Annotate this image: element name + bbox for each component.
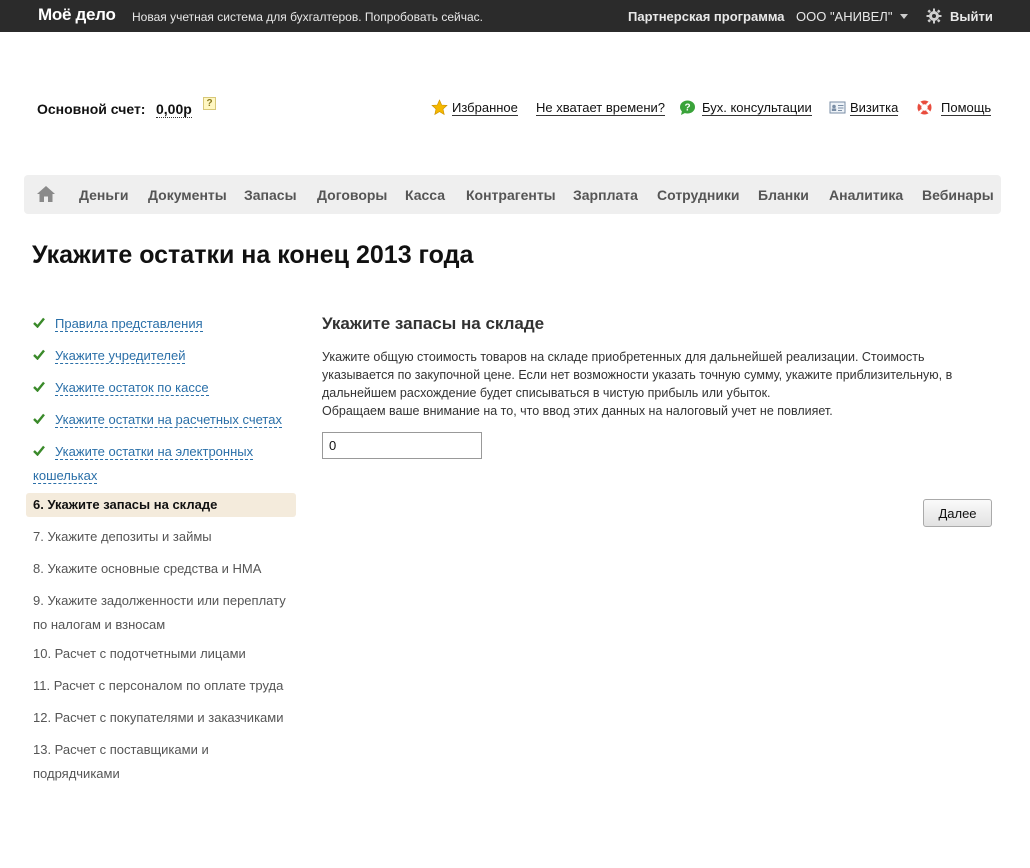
description-line: указывается по закупочной цене. Если нет… [322, 368, 953, 382]
page-title: Укажите остатки на конец 2013 года [32, 241, 474, 269]
stock-amount-input[interactable] [322, 432, 482, 459]
nav-item-counterparties[interactable]: Контрагенты [466, 187, 556, 203]
step-item-pending[interactable]: 8. Укажите основные средства и НМА [26, 557, 296, 581]
description-line: Обращаем ваше внимание на то, что ввод э… [322, 404, 833, 418]
consultations-link[interactable]: Бух. консультации [702, 100, 812, 116]
nav-item-webinars[interactable]: Вебинары [922, 187, 994, 203]
step-item-done[interactable]: Укажите учредителей [26, 344, 296, 368]
step-label: 11. Расчет с персоналом по оплате труда [33, 678, 284, 693]
description-line: Укажите общую стоимость товаров на склад… [322, 350, 925, 364]
star-icon [431, 99, 448, 116]
nav-item-salary[interactable]: Зарплата [573, 187, 638, 203]
business-card-icon [829, 101, 846, 114]
main-nav: Деньги Документы Запасы Договоры Касса К… [24, 175, 1001, 214]
help-link[interactable]: Помощь [941, 100, 992, 116]
nav-item-contracts[interactable]: Договоры [317, 187, 387, 203]
step-item-pending[interactable]: 11. Расчет с персоналом по оплате труда [26, 674, 296, 698]
check-icon [33, 317, 45, 328]
step-item-pending[interactable]: 7. Укажите депозиты и займы [26, 525, 296, 549]
svg-text:?: ? [684, 103, 690, 114]
step-label: 13. Расчет с поставщиками и подрядчиками [33, 742, 209, 781]
lifebuoy-icon [917, 100, 932, 115]
logout-link[interactable]: Выйти [950, 9, 993, 24]
card-link[interactable]: Визитка [850, 100, 899, 116]
step-item-done[interactable]: Укажите остатки на электронных кошельках [26, 440, 296, 488]
step-link[interactable]: Укажите остатки на электронных [55, 444, 254, 460]
step-link[interactable]: Укажите остаток по кассе [55, 380, 209, 396]
step-item-pending[interactable]: 12. Расчет с покупателями и заказчиками [26, 706, 296, 730]
check-icon [33, 413, 45, 424]
step-label-wrap: по налогам и взносам [33, 617, 166, 632]
step-link[interactable]: Правила представления [55, 316, 203, 332]
chevron-down-icon[interactable] [900, 14, 908, 19]
step-item-done[interactable]: Укажите остаток по кассе [26, 376, 296, 400]
gear-icon[interactable] [926, 8, 942, 24]
step-item-pending[interactable]: 9. Укажите задолженности или переплату п… [26, 589, 296, 637]
step-item-pending[interactable]: 10. Расчет с подотчетными лицами [26, 642, 296, 666]
section-title: Укажите запасы на складе [322, 314, 545, 333]
promo-link[interactable]: Новая учетная система для бухгалтеров. П… [132, 10, 483, 24]
step-item-active[interactable]: 6. Укажите запасы на складе [26, 493, 296, 517]
home-icon[interactable] [36, 185, 56, 203]
nav-item-stock[interactable]: Запасы [244, 187, 297, 203]
step-link[interactable]: Укажите учредителей [55, 348, 186, 364]
logo[interactable]: Моё дело [38, 5, 116, 25]
nav-item-employees[interactable]: Сотрудники [657, 187, 740, 203]
step-link-wrap[interactable]: кошельках [33, 468, 98, 484]
nav-item-cash[interactable]: Касса [405, 187, 445, 203]
nav-item-forms[interactable]: Бланки [758, 187, 809, 203]
next-button[interactable]: Далее [923, 499, 992, 527]
nav-item-money[interactable]: Деньги [79, 187, 128, 203]
check-icon [33, 445, 45, 456]
step-label: 12. Расчет с покупателями и заказчиками [33, 710, 284, 725]
step-item-pending[interactable]: 13. Расчет с поставщиками и подрядчиками [26, 738, 296, 786]
partner-program-link[interactable]: Партнерская программа [628, 9, 785, 24]
favorites-link[interactable]: Избранное [452, 100, 518, 116]
nav-item-documents[interactable]: Документы [148, 187, 227, 203]
nav-item-analytics[interactable]: Аналитика [829, 187, 903, 203]
organization-selector[interactable]: ООО "АНИВЕЛ" [796, 9, 892, 24]
chat-question-icon: ? [680, 100, 695, 115]
account-balance[interactable]: 0,00р [156, 101, 192, 118]
no-time-link[interactable]: Не хватает времени? [536, 100, 666, 116]
check-icon [33, 349, 45, 360]
help-question-icon[interactable]: ? [203, 97, 216, 110]
step-link[interactable]: Укажите остатки на расчетных счетах [55, 412, 282, 428]
account-label: Основной счет: [37, 101, 146, 117]
step-label: 9. Укажите задолженности или переплату [33, 593, 286, 608]
step-label: 10. Расчет с подотчетными лицами [33, 646, 246, 661]
step-item-done[interactable]: Правила представления [26, 312, 296, 336]
top-bar: Моё дело Новая учетная система для бухга… [0, 0, 1030, 32]
check-icon [33, 381, 45, 392]
section-description: Укажите общую стоимость товаров на склад… [322, 348, 992, 420]
step-label: 7. Укажите депозиты и займы [33, 529, 212, 544]
description-line: дальнейшем расхождение будет списываться… [322, 386, 771, 400]
step-item-done[interactable]: Укажите остатки на расчетных счетах [26, 408, 296, 432]
step-label: 8. Укажите основные средства и НМА [33, 561, 262, 576]
step-label: 6. Укажите запасы на складе [33, 497, 218, 512]
